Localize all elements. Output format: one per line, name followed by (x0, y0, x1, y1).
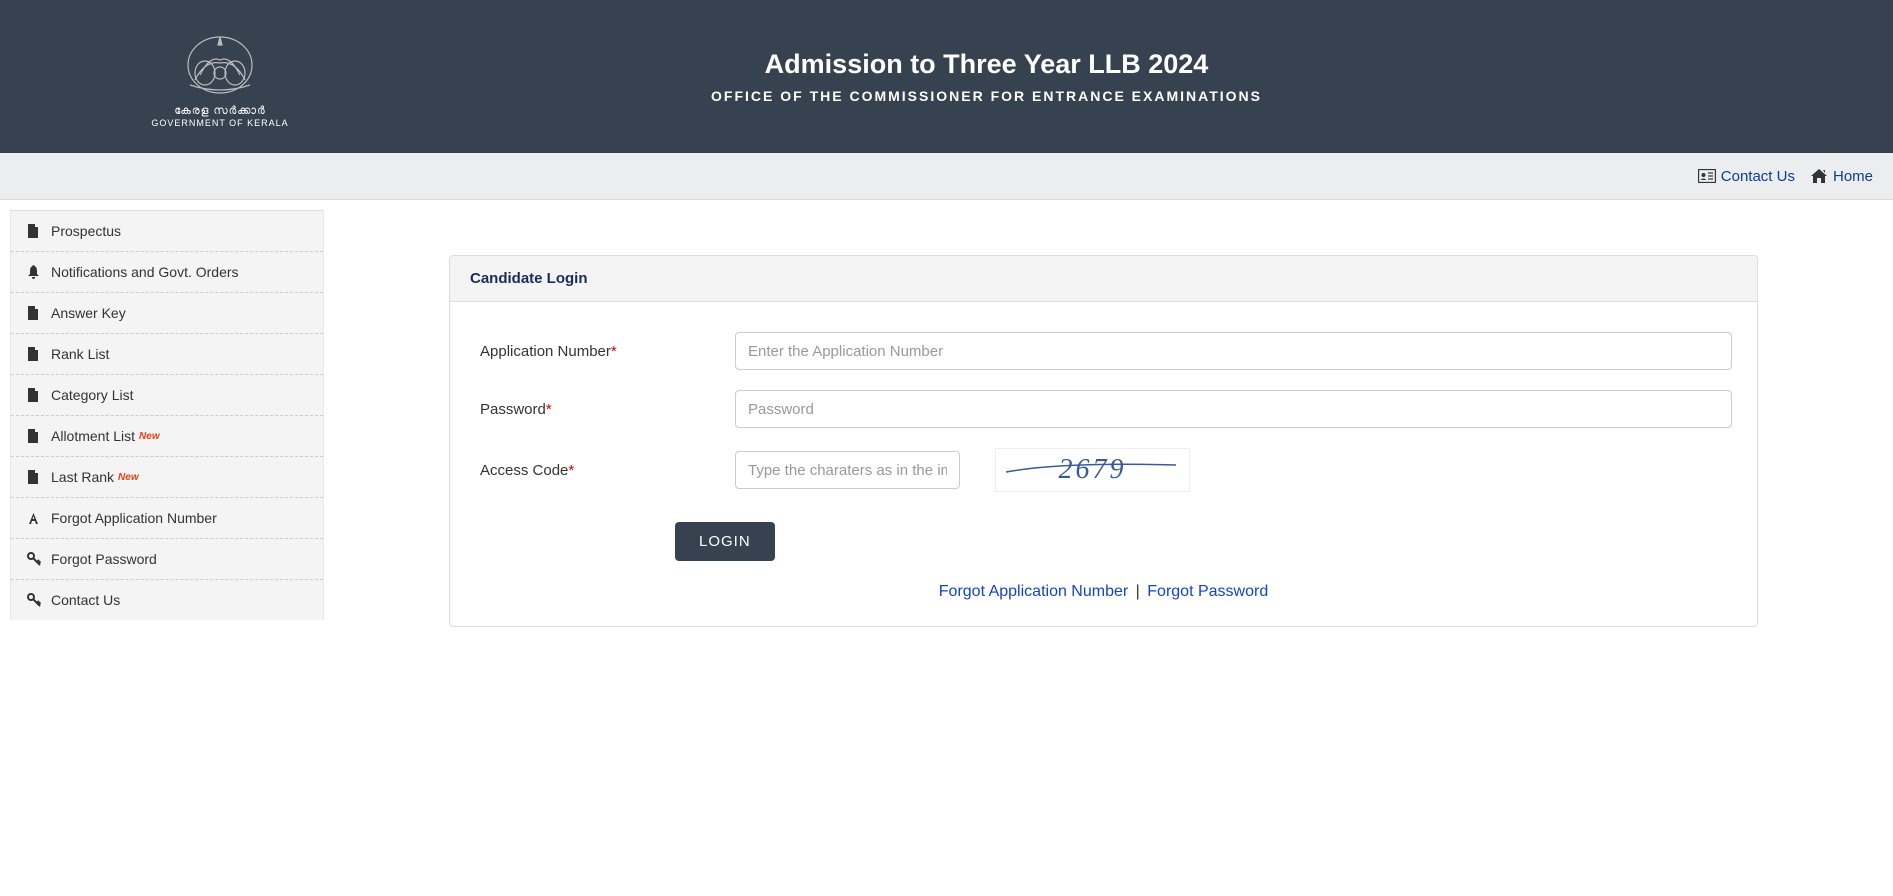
key-icon (27, 593, 43, 607)
new-badge: New (118, 472, 139, 483)
sidebar-item-label: Rank List (51, 346, 109, 362)
page-sub-title: OFFICE OF THE COMMISSIONER FOR ENTRANCE … (320, 88, 1653, 104)
login-card-title: Candidate Login (450, 256, 1757, 302)
header-titles: Admission to Three Year LLB 2024 OFFICE … (320, 49, 1653, 104)
home-icon (1810, 168, 1828, 184)
sidebar-item-allotment-list[interactable]: Allotment List New (11, 416, 323, 457)
login-card: Candidate Login Application Number* Pass… (449, 255, 1758, 627)
pdf-file-icon (27, 429, 43, 443)
contact-us-link[interactable]: Contact Us (1698, 168, 1795, 185)
home-label: Home (1833, 168, 1873, 185)
sidebar-item-label: Allotment List (51, 428, 135, 444)
link-separator: | (1136, 583, 1140, 600)
home-link[interactable]: Home (1810, 168, 1873, 185)
key-icon (27, 552, 43, 566)
pdf-file-icon (27, 306, 43, 320)
pdf-file-icon (27, 470, 43, 484)
login-button[interactable]: LOGIN (675, 522, 775, 561)
sidebar-item-answer-key[interactable]: Answer Key (11, 293, 323, 334)
contact-us-label: Contact Us (1721, 168, 1795, 185)
govt-logo: കേരള സർക്കാർ GOVERNMENT OF KERALA (120, 25, 320, 128)
sidebar-item-label: Prospectus (51, 223, 121, 239)
application-number-input[interactable] (735, 332, 1732, 370)
sidebar-item-notifications[interactable]: Notifications and Govt. Orders (11, 252, 323, 293)
kerala-emblem-icon (170, 25, 270, 100)
sidebar-item-rank-list[interactable]: Rank List (11, 334, 323, 375)
sidebar-item-label: Last Rank (51, 469, 114, 485)
sidebar-item-forgot-appnum[interactable]: Forgot Application Number (11, 498, 323, 539)
sidebar-item-last-rank[interactable]: Last Rank New (11, 457, 323, 498)
logo-text-malayalam: കേരള സർക്കാർ (120, 105, 320, 118)
sidebar-item-label: Category List (51, 387, 133, 403)
header-banner: കേരള സർക്കാർ GOVERNMENT OF KERALA Admiss… (0, 0, 1893, 153)
sidebar-item-contact-us[interactable]: Contact Us (11, 580, 323, 620)
captcha-image: 2679 (995, 448, 1190, 492)
sidebar-item-category-list[interactable]: Category List (11, 375, 323, 416)
page-main-title: Admission to Three Year LLB 2024 (320, 49, 1653, 80)
bell-icon (27, 265, 43, 279)
id-card-icon (1698, 169, 1716, 183)
new-badge: New (139, 431, 160, 442)
sidebar: Prospectus Notifications and Govt. Order… (10, 210, 324, 620)
sidebar-item-label: Notifications and Govt. Orders (51, 264, 239, 280)
appnum-label: Application Number* (475, 343, 735, 360)
sidebar-item-label: Forgot Password (51, 551, 157, 567)
forgot-appnum-link[interactable]: Forgot Application Number (939, 583, 1128, 600)
access-code-input[interactable] (735, 451, 960, 489)
font-icon (27, 512, 43, 525)
sidebar-item-label: Answer Key (51, 305, 126, 321)
sidebar-item-forgot-password[interactable]: Forgot Password (11, 539, 323, 580)
password-label: Password* (475, 401, 735, 418)
logo-text-english: GOVERNMENT OF KERALA (120, 118, 320, 128)
sidebar-item-label: Contact Us (51, 592, 120, 608)
password-input[interactable] (735, 390, 1732, 428)
access-code-label: Access Code* (475, 462, 735, 479)
captcha-strike-icon (1001, 457, 1181, 497)
pdf-file-icon (27, 347, 43, 361)
top-bar: Contact Us Home (0, 153, 1893, 200)
sidebar-item-label: Forgot Application Number (51, 510, 217, 526)
pdf-file-icon (27, 388, 43, 402)
login-help-links: Forgot Application Number | Forgot Passw… (475, 583, 1732, 601)
pdf-file-icon (27, 224, 43, 238)
sidebar-item-prospectus[interactable]: Prospectus (11, 211, 323, 252)
forgot-password-link[interactable]: Forgot Password (1147, 583, 1268, 600)
